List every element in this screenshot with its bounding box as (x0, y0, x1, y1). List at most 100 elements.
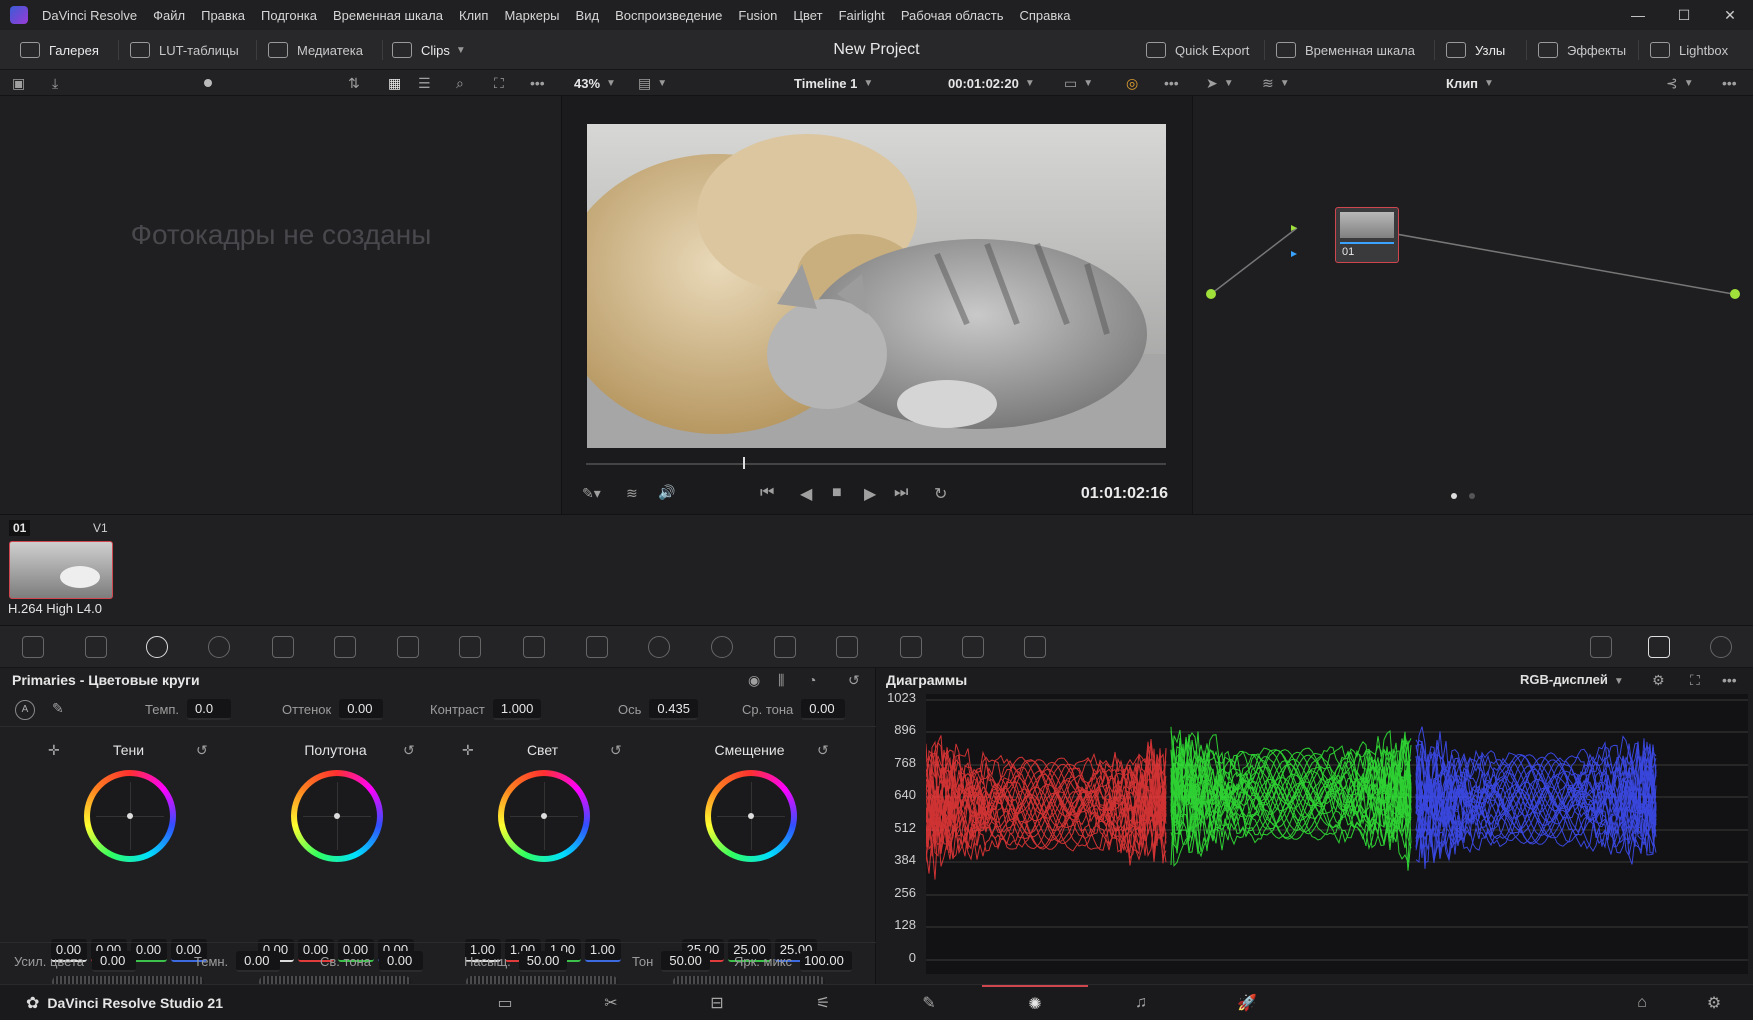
node-mode-dropdown[interactable]: Клип ▼ (1446, 70, 1494, 96)
rgb-mixer-icon[interactable] (272, 636, 294, 658)
viewer-more-icon[interactable]: ••• (1164, 70, 1179, 96)
timecode-dropdown[interactable]: 00:01:02:20 ▼ (948, 70, 1035, 96)
param-saturation[interactable]: Насыщ. 50.00 (464, 950, 568, 972)
page-color-icon[interactable]: ✺ (982, 985, 1088, 1020)
menu-clip[interactable]: Клип (459, 8, 488, 23)
media-button[interactable]: Медиатека (268, 30, 363, 70)
step-back-icon[interactable]: ◀ (800, 484, 812, 504)
wheel-midtones[interactable] (291, 770, 383, 862)
param-saturation-value[interactable]: 50.00 (518, 950, 568, 972)
minimize-button[interactable]: — (1615, 7, 1661, 23)
param-pivot[interactable]: Ось 0.435 (618, 698, 698, 720)
menu-file[interactable]: Файл (153, 8, 185, 23)
clip-thumbnail[interactable] (9, 541, 113, 599)
param-shadows[interactable]: Темн. 0.00 (194, 950, 281, 972)
timeline-dropdown[interactable]: Timeline 1 ▼ (794, 70, 873, 96)
video-frame[interactable] (587, 124, 1166, 448)
search-icon[interactable]: ⌕ (456, 70, 464, 96)
auto-balance-icon[interactable]: A (15, 700, 35, 720)
timeline-button[interactable]: Временная шкала (1276, 30, 1415, 70)
page-cut-icon[interactable]: ✂ (558, 985, 664, 1020)
page-edit-icon[interactable]: ⊟ (664, 985, 770, 1020)
3d-icon[interactable] (1024, 636, 1046, 658)
bars-mode-icon[interactable]: ⫼ (778, 672, 784, 689)
blur-icon[interactable] (836, 636, 858, 658)
panel-toggle-icon[interactable]: ▣ (12, 70, 25, 96)
menu-fusion[interactable]: Fusion (738, 8, 777, 23)
param-highlights-value[interactable]: 0.00 (378, 950, 423, 972)
node-01[interactable]: 01 (1335, 207, 1399, 263)
motion-effects-icon[interactable] (334, 636, 356, 658)
settings-gear-icon[interactable]: ⚙ (1684, 985, 1744, 1020)
reset-icon[interactable]: ↺ (610, 742, 622, 759)
lightbox-button[interactable]: Lightbox (1650, 30, 1728, 70)
node-options-icon[interactable]: ⊰ ▼ (1666, 70, 1694, 96)
param-lum-mix-value[interactable]: 100.00 (800, 950, 853, 972)
scrubber-track[interactable] (586, 463, 1166, 465)
param-shadows-value[interactable]: 0.00 (236, 950, 281, 972)
color-warper-icon[interactable] (459, 636, 481, 658)
wheel-shadows[interactable] (84, 770, 176, 862)
sort-icon[interactable]: ⇅ (348, 70, 360, 96)
menu-timeline[interactable]: Временная шкала (333, 8, 443, 23)
log-mode-icon[interactable]: ◔ (808, 672, 816, 688)
reset-icon[interactable]: ↺ (817, 742, 829, 759)
maximize-button[interactable]: ☐ (1661, 7, 1707, 24)
skip-end-icon[interactable]: ⏭ (894, 484, 908, 502)
page-media-icon[interactable]: ▭ (452, 985, 558, 1020)
more-options-icon[interactable]: ••• (530, 70, 545, 96)
menu-color[interactable]: Цвет (793, 8, 822, 23)
key-icon[interactable] (900, 636, 922, 658)
hdr-wheels-icon[interactable] (208, 636, 230, 658)
magic-mask-icon[interactable] (774, 636, 796, 658)
list-view-icon[interactable]: ☰ (418, 70, 431, 96)
scopes-icon[interactable] (1648, 636, 1670, 658)
fullscreen-icon[interactable]: ⛶ (494, 70, 504, 96)
qualifier-icon[interactable] (523, 636, 545, 658)
param-pivot-value[interactable]: 0.435 (649, 698, 698, 720)
bypass-icon[interactable]: ◎ (1126, 70, 1138, 96)
node-editor[interactable]: 01 (1192, 96, 1753, 514)
page-deliver-icon[interactable]: 🚀 (1194, 985, 1300, 1020)
loop-icon[interactable]: ↻ (934, 484, 947, 504)
play-icon[interactable]: ▶ (864, 484, 876, 504)
close-button[interactable]: ✕ (1707, 7, 1753, 24)
white-balance-picker-icon[interactable]: ✎ (52, 700, 64, 717)
eyedropper-tool-icon[interactable] (586, 636, 608, 658)
wheel-highlights[interactable] (498, 770, 590, 862)
grab-still-icon[interactable]: ⤓ (52, 70, 58, 96)
lut-button[interactable]: LUT-таблицы (130, 30, 239, 70)
param-temp-value[interactable]: 0.0 (187, 698, 232, 720)
param-highlights[interactable]: Св. тона 0.00 (320, 950, 423, 972)
clips-button[interactable]: Clips ▼ (392, 30, 466, 70)
scope-more-icon[interactable]: ••• (1722, 672, 1737, 688)
viewer-mode-icon[interactable]: ▤ ▼ (638, 70, 667, 96)
param-color-boost[interactable]: Усил. цвета 0.00 (14, 950, 137, 972)
stop-icon[interactable]: ■ (832, 484, 842, 502)
param-color-boost-value[interactable]: 0.00 (92, 950, 137, 972)
gallery-button[interactable]: Галерея (20, 30, 99, 70)
menu-trim[interactable]: Подгонка (261, 8, 317, 23)
param-hue[interactable]: Тон 50.00 (632, 950, 710, 972)
viewer-size-icon[interactable]: ▭ ▼ (1064, 70, 1093, 96)
page-fairlight-icon[interactable]: ♫ (1088, 985, 1194, 1020)
page-fusion-icon[interactable]: ⚟ (770, 985, 876, 1020)
param-contrast[interactable]: Контраст 1.000 (430, 698, 542, 720)
param-lum-mix[interactable]: Ярк. микс 100.00 (734, 950, 853, 972)
grid-view-icon[interactable]: ▦ (388, 70, 401, 96)
curves-icon[interactable] (397, 636, 419, 658)
param-hue-value[interactable]: 50.00 (661, 950, 710, 972)
sizing-icon[interactable] (962, 636, 984, 658)
param-temp[interactable]: Темп. 0.0 (145, 698, 232, 720)
menu-playback[interactable]: Воспроизведение (615, 8, 722, 23)
skip-start-icon[interactable]: ⏮ (760, 484, 774, 502)
wheel-offset[interactable] (705, 770, 797, 862)
menu-view[interactable]: Вид (576, 8, 600, 23)
scope-settings-icon[interactable]: ⚙ (1652, 672, 1665, 689)
param-tint[interactable]: Оттенок 0.00 (282, 698, 384, 720)
scope-mode-dropdown[interactable]: RGB-дисплей ▼ (1520, 672, 1624, 687)
page-fusion2-icon[interactable]: ✎ (876, 985, 982, 1020)
quick-export-button[interactable]: Quick Export (1146, 30, 1249, 70)
thumbnail-size-slider[interactable] (204, 70, 212, 96)
menu-fairlight[interactable]: Fairlight (839, 8, 885, 23)
